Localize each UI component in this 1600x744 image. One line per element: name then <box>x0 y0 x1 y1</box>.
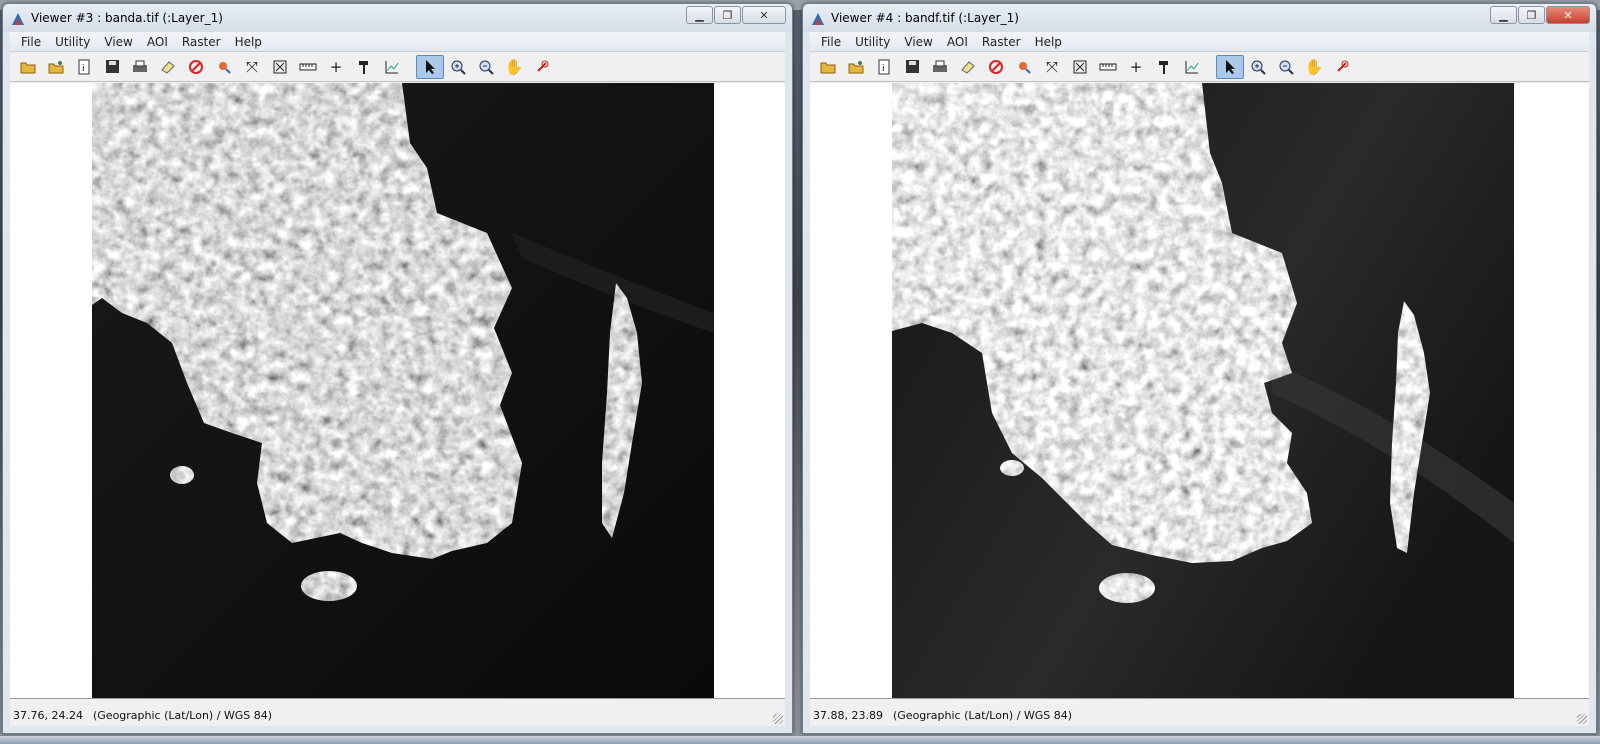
pan-hand-icon[interactable]: ✋ <box>1300 55 1328 79</box>
erdas-app-icon <box>812 13 824 25</box>
close-button[interactable]: ✕ <box>1546 6 1590 24</box>
crosshair-icon[interactable]: + <box>1122 55 1150 79</box>
clear-icon[interactable] <box>982 55 1010 79</box>
measure-icon[interactable] <box>1094 55 1122 79</box>
crosshair-icon[interactable]: + <box>322 55 350 79</box>
resize-grip[interactable] <box>1577 714 1587 724</box>
zoom-in-icon[interactable] <box>1244 55 1272 79</box>
inquire-icon[interactable] <box>210 55 238 79</box>
menu-help[interactable]: Help <box>1028 35 1069 49</box>
maximize-button[interactable]: ❐ <box>1518 6 1545 24</box>
close-button[interactable]: ✕ <box>742 6 786 24</box>
title-bar[interactable]: Viewer #4 : bandf.tif (:Layer_1) ▁ ❐ ✕ <box>803 4 1596 32</box>
select-arrow-icon[interactable] <box>1216 54 1244 79</box>
erdas-app-icon <box>12 13 24 25</box>
minimize-button[interactable]: ▁ <box>1490 6 1517 24</box>
status-bar: 37.76, 24.24 (Geographic (Lat/Lon) / WGS… <box>10 704 785 726</box>
menu-aoi[interactable]: AOI <box>140 35 175 49</box>
open-icon[interactable] <box>14 55 42 79</box>
menu-file[interactable]: File <box>14 35 48 49</box>
window-title: Viewer #4 : bandf.tif (:Layer_1) <box>831 11 1019 25</box>
taskbar <box>0 736 1600 744</box>
hammer-icon[interactable] <box>1150 55 1178 79</box>
print-icon[interactable] <box>926 55 954 79</box>
scale-to-window-icon[interactable] <box>266 55 294 79</box>
layer-info-icon[interactable]: i <box>870 55 898 79</box>
status-projection: (Geographic (Lat/Lon) / WGS 84) <box>892 708 1073 722</box>
maximize-button[interactable]: ❐ <box>714 6 741 24</box>
menu-raster[interactable]: Raster <box>175 35 228 49</box>
zoom-fit-icon[interactable]: ⤧ <box>1038 55 1066 79</box>
profile-icon[interactable] <box>378 55 406 79</box>
erase-icon[interactable] <box>954 55 982 79</box>
zoom-in-icon[interactable] <box>444 55 472 79</box>
viewer-canvas[interactable] <box>810 83 1589 699</box>
status-coordinates: 37.88, 23.89 <box>813 708 883 722</box>
pan-hand-icon[interactable]: ✋ <box>500 55 528 79</box>
open-icon[interactable] <box>814 55 842 79</box>
select-arrow-icon[interactable] <box>416 54 444 79</box>
menu-raster[interactable]: Raster <box>975 35 1028 49</box>
status-coordinates: 37.76, 24.24 <box>13 708 83 722</box>
save-icon[interactable] <box>98 55 126 79</box>
measure-icon[interactable] <box>294 55 322 79</box>
open-layer-icon[interactable] <box>42 55 70 79</box>
menu-help[interactable]: Help <box>228 35 269 49</box>
svg-text:i: i <box>882 64 885 74</box>
scale-to-window-icon[interactable] <box>1066 55 1094 79</box>
raster-image[interactable] <box>892 83 1514 698</box>
menu-file[interactable]: File <box>814 35 848 49</box>
menu-view[interactable]: View <box>897 35 939 49</box>
inquire-box-icon[interactable] <box>1328 55 1356 79</box>
profile-icon[interactable] <box>1178 55 1206 79</box>
status-bar: 37.88, 23.89 (Geographic (Lat/Lon) / WGS… <box>810 704 1589 726</box>
inquire-icon[interactable] <box>1010 55 1038 79</box>
viewer-canvas[interactable] <box>10 83 785 699</box>
menu-bar: File Utility View AOI Raster Help <box>810 32 1589 52</box>
menu-bar: File Utility View AOI Raster Help <box>10 32 785 52</box>
inquire-box-icon[interactable] <box>528 55 556 79</box>
layer-info-icon[interactable]: i <box>70 55 98 79</box>
viewer-window-4[interactable]: Viewer #4 : bandf.tif (:Layer_1) ▁ ❐ ✕ F… <box>802 3 1597 734</box>
menu-view[interactable]: View <box>97 35 139 49</box>
minimize-button[interactable]: ▁ <box>686 6 713 24</box>
toolbar: i ⤧ + ✋ <box>810 52 1589 82</box>
clear-icon[interactable] <box>182 55 210 79</box>
menu-utility[interactable]: Utility <box>848 35 897 49</box>
zoom-out-icon[interactable] <box>472 55 500 79</box>
raster-image[interactable] <box>92 83 714 698</box>
hammer-icon[interactable] <box>350 55 378 79</box>
svg-text:i: i <box>82 64 85 74</box>
status-projection: (Geographic (Lat/Lon) / WGS 84) <box>92 708 273 722</box>
print-icon[interactable] <box>126 55 154 79</box>
toolbar: i ⤧ + ✋ <box>10 52 785 82</box>
menu-aoi[interactable]: AOI <box>940 35 975 49</box>
window-title: Viewer #3 : banda.tif (:Layer_1) <box>31 11 223 25</box>
zoom-fit-icon[interactable]: ⤧ <box>238 55 266 79</box>
zoom-out-icon[interactable] <box>1272 55 1300 79</box>
menu-utility[interactable]: Utility <box>48 35 97 49</box>
save-icon[interactable] <box>898 55 926 79</box>
erase-icon[interactable] <box>154 55 182 79</box>
open-layer-icon[interactable] <box>842 55 870 79</box>
resize-grip[interactable] <box>773 714 783 724</box>
title-bar[interactable]: Viewer #3 : banda.tif (:Layer_1) ▁ ❐ ✕ <box>3 4 792 32</box>
viewer-window-3[interactable]: Viewer #3 : banda.tif (:Layer_1) ▁ ❐ ✕ F… <box>2 3 793 734</box>
